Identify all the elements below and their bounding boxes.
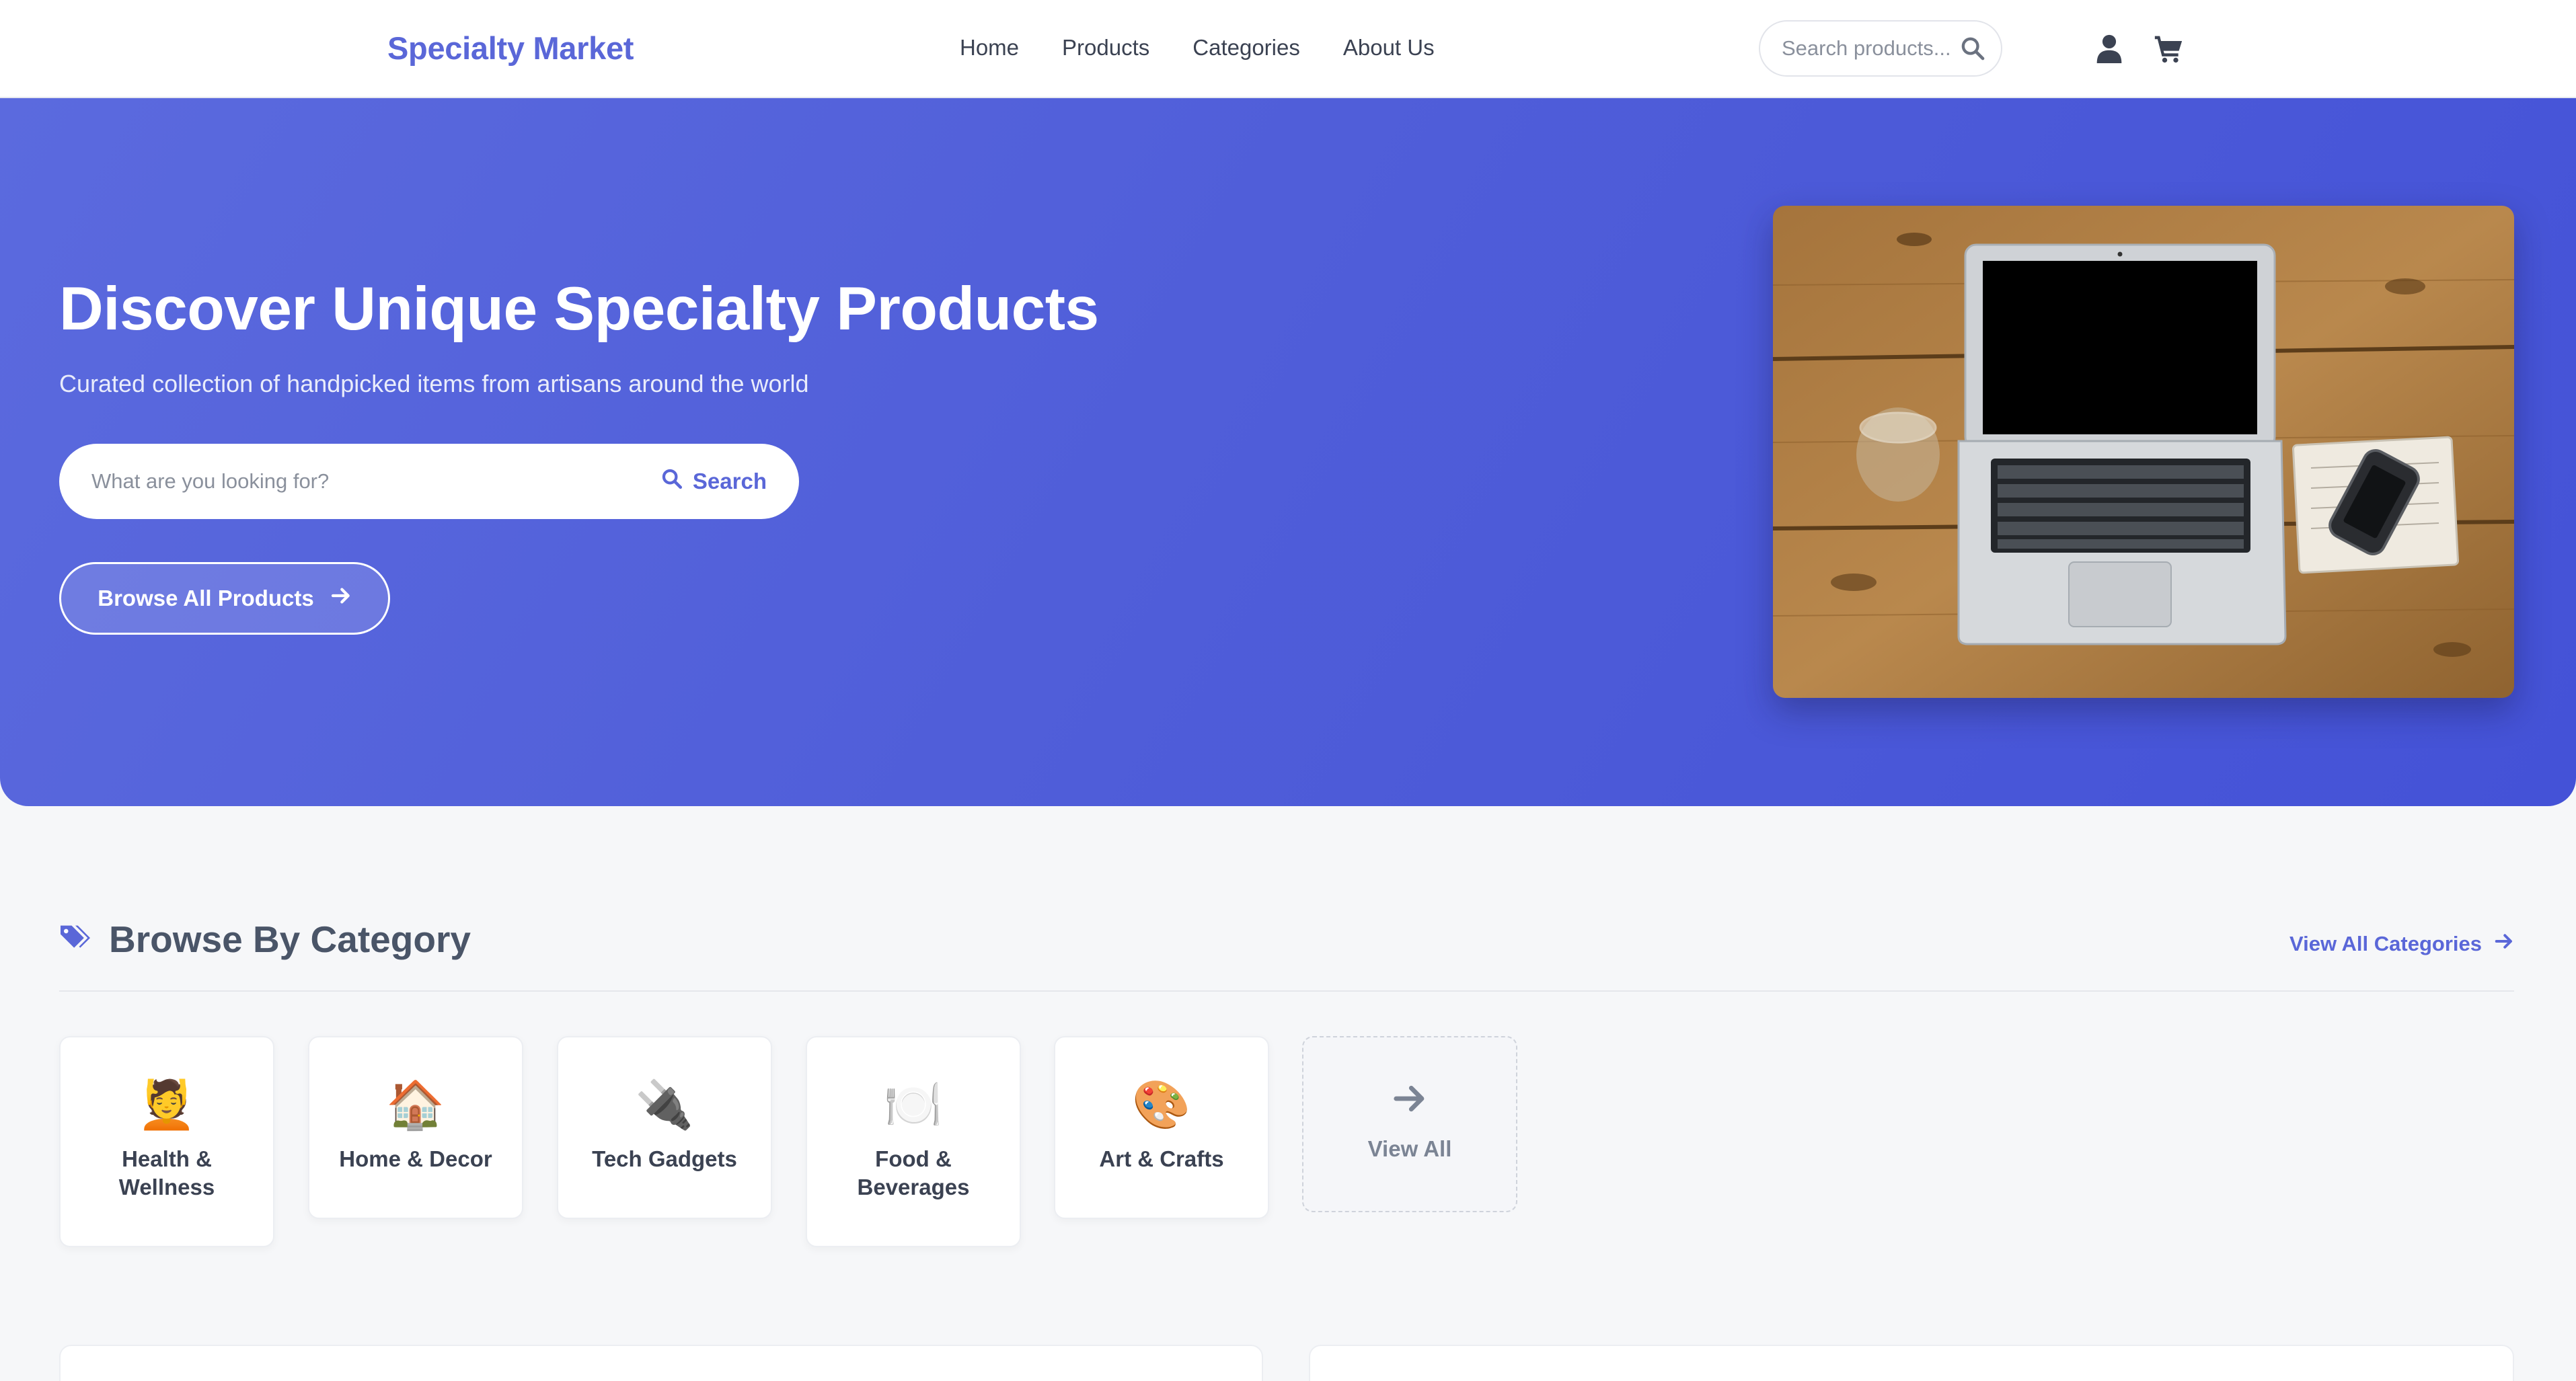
search-icon	[660, 467, 683, 496]
header-search	[1759, 20, 2002, 77]
category-card-food-beverages[interactable]: 🍽️ Food & Beverages	[806, 1036, 1021, 1247]
featured-card-left	[59, 1345, 1263, 1381]
featured-card-right	[1309, 1345, 2514, 1381]
plate-icon: 🍽️	[884, 1078, 943, 1131]
nav-home[interactable]: Home	[960, 35, 1019, 61]
hero-banner: Discover Unique Specialty Products Curat…	[0, 98, 2576, 806]
category-card-art-crafts[interactable]: 🎨 Art & Crafts	[1054, 1036, 1269, 1219]
hero-search-bar: Search	[59, 444, 799, 519]
hero-search-input[interactable]	[91, 469, 616, 494]
arrow-right-icon	[330, 585, 352, 612]
category-label: Art & Crafts	[1099, 1146, 1224, 1171]
category-card-tech-gadgets[interactable]: 🔌 Tech Gadgets	[557, 1036, 772, 1219]
category-section-header: Browse By Category View All Categories	[59, 918, 2514, 992]
category-title-group: Browse By Category	[59, 918, 471, 961]
brand-logo[interactable]: Specialty Market	[387, 30, 634, 67]
category-label: Health & Wellness	[118, 1146, 215, 1199]
user-icon[interactable]	[2096, 34, 2122, 67]
category-label: Home & Decor	[339, 1146, 492, 1171]
category-label: Food & Beverages	[857, 1146, 970, 1199]
header-search-input[interactable]	[1782, 36, 1961, 61]
cart-icon[interactable]	[2154, 34, 2183, 67]
tags-icon	[59, 923, 91, 956]
category-label: Tech Gadgets	[592, 1146, 737, 1171]
view-all-categories-link[interactable]: View All Categories	[2289, 931, 2514, 957]
category-card-view-all[interactable]: View All	[1302, 1036, 1517, 1212]
browse-all-products-button[interactable]: Browse All Products	[59, 562, 390, 635]
palette-icon: 🎨	[1132, 1078, 1191, 1131]
hero-search-button[interactable]: Search	[660, 463, 767, 500]
spa-icon: 💆	[137, 1078, 196, 1131]
search-icon[interactable]	[1959, 35, 1986, 65]
category-card-health-wellness[interactable]: 💆 Health & Wellness	[59, 1036, 274, 1247]
category-section-title: Browse By Category	[109, 918, 471, 960]
category-card-home-decor[interactable]: 🏠 Home & Decor	[308, 1036, 523, 1219]
browse-button-label: Browse All Products	[98, 586, 314, 610]
plug-icon: 🔌	[635, 1078, 694, 1131]
hero-laptop-image	[1773, 206, 2514, 698]
view-all-card-label: View All	[1367, 1136, 1452, 1161]
nav-about-us[interactable]: About Us	[1343, 35, 1435, 61]
house-icon: 🏠	[386, 1078, 445, 1131]
view-all-categories-label: View All Categories	[2289, 932, 2482, 955]
hero-title: Discover Unique Specialty Products	[59, 275, 1099, 343]
nav-products[interactable]: Products	[1062, 35, 1149, 61]
nav-categories[interactable]: Categories	[1192, 35, 1300, 61]
hero-search-button-label: Search	[692, 469, 767, 494]
main-nav: Home Products Categories About Us	[960, 35, 1435, 61]
arrow-right-icon	[1390, 1080, 1429, 1120]
hero-subtitle: Curated collection of handpicked items f…	[59, 370, 809, 397]
arrow-right-icon	[2494, 931, 2514, 957]
top-navbar: Specialty Market Home Products Categorie…	[0, 0, 2576, 98]
